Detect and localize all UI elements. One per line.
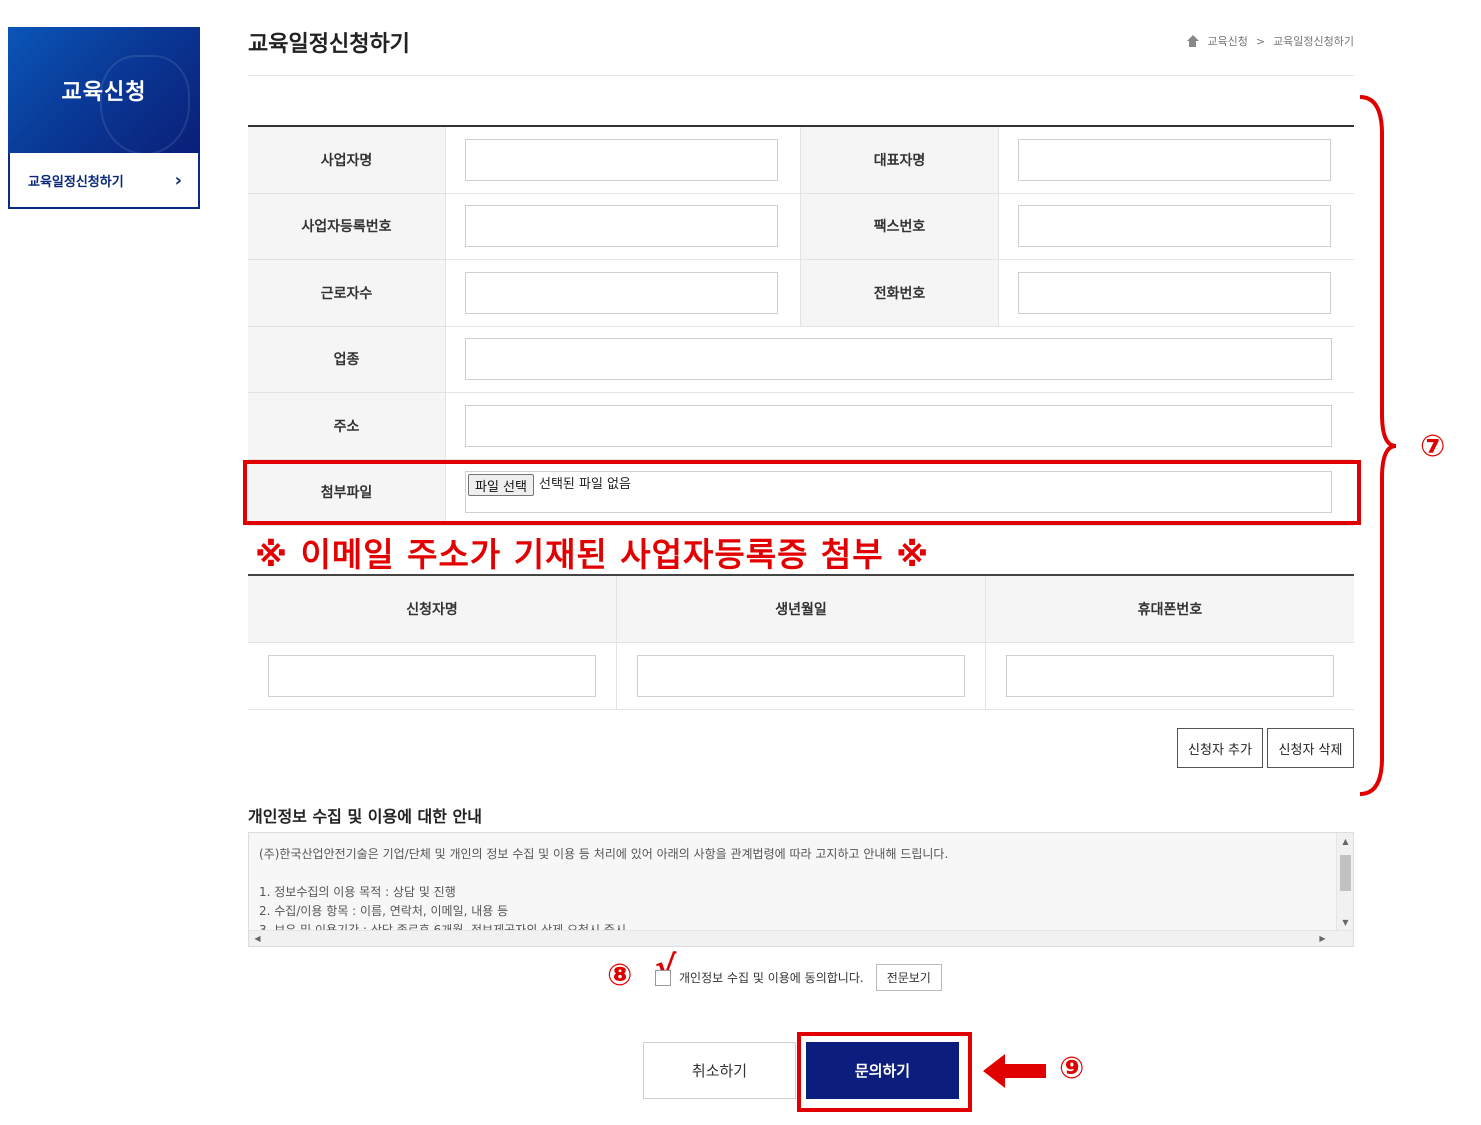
- delete-applicant-button[interactable]: 신청자 삭제: [1267, 728, 1354, 768]
- privacy-agree-row: 개인정보 수집 및 이용에 동의합니다. 전문보기: [655, 964, 942, 991]
- form-row: 근로자수 전화번호: [248, 260, 1354, 327]
- business-name-label: 사업자명: [248, 127, 446, 193]
- privacy-line: [259, 864, 1329, 883]
- fax-no-input[interactable]: [1018, 205, 1331, 248]
- fax-no-cell: [999, 194, 1353, 260]
- step-9-marker: ⑨: [1059, 1051, 1085, 1086]
- privacy-line: 1. 정보수집의 이용 목적 : 상담 및 진행: [259, 885, 456, 899]
- industry-input[interactable]: [465, 338, 1332, 381]
- birth-date-input[interactable]: [637, 655, 965, 697]
- sidebar-item-education-schedule[interactable]: 교육일정신청하기 ›: [8, 153, 200, 209]
- employee-count-cell: [446, 260, 800, 326]
- business-name-input[interactable]: [465, 138, 778, 181]
- address-label: 주소: [248, 393, 446, 459]
- privacy-agree-checkbox[interactable]: [655, 969, 671, 986]
- privacy-text: (주)한국산업안전기술은 기업/단체 및 개인의 정보 수집 및 이용 등 처리…: [259, 845, 1329, 940]
- sidebar-title: 교육신청: [61, 80, 147, 105]
- privacy-textarea[interactable]: (주)한국산업안전기술은 기업/단체 및 개인의 정보 수집 및 이용 등 처리…: [248, 832, 1354, 947]
- chevron-right-icon: ›: [174, 169, 182, 191]
- mobile-no-header: 휴대폰번호: [986, 576, 1354, 642]
- home-icon[interactable]: [1186, 35, 1200, 47]
- ceo-name-cell: [999, 127, 1353, 193]
- breadcrumb-item-education[interactable]: 교육신청: [1207, 33, 1247, 49]
- birth-date-cell: [617, 643, 986, 709]
- view-full-text-button[interactable]: 전문보기: [875, 964, 942, 991]
- employee-count-label: 근로자수: [248, 260, 446, 326]
- employee-count-input[interactable]: [465, 271, 778, 314]
- business-reg-no-label: 사업자등록번호: [248, 193, 446, 259]
- scroll-left-arrow-icon[interactable]: ◀: [249, 931, 266, 946]
- applicant-table: 신청자명 생년월일 휴대폰번호: [248, 574, 1354, 710]
- ceo-name-input[interactable]: [1018, 138, 1331, 181]
- vertical-scrollbar[interactable]: ▲ ▼: [1336, 833, 1353, 931]
- table-row: [248, 643, 1354, 710]
- mobile-no-input[interactable]: [1006, 655, 1334, 697]
- step-8-marker: ⑧: [607, 958, 633, 993]
- form-row: 업종: [248, 326, 1354, 393]
- arrow-left-icon: [983, 1054, 1046, 1088]
- scroll-up-arrow-icon[interactable]: ▲: [1337, 833, 1353, 850]
- privacy-agree-label: 개인정보 수집 및 이용에 동의합니다.: [679, 971, 864, 985]
- phone-no-label: 전화번호: [800, 260, 999, 326]
- industry-label: 업종: [248, 326, 446, 392]
- birth-date-header: 생년월일: [617, 576, 986, 642]
- form-row: 사업자등록번호 팩스번호: [248, 193, 1354, 260]
- attachment-highlight-box: [243, 460, 1361, 525]
- inquiry-submit-button[interactable]: 문의하기: [806, 1042, 959, 1099]
- scroll-right-arrow-icon[interactable]: ▶: [1314, 931, 1331, 946]
- applicant-table-header: 신청자명 생년월일 휴대폰번호: [248, 576, 1354, 643]
- industry-cell: [446, 327, 1354, 393]
- form-row: 주소: [248, 393, 1354, 460]
- business-reg-no-cell: [446, 194, 800, 260]
- sidebar-banner: 교육신청: [8, 27, 200, 153]
- applicant-name-cell: [248, 643, 617, 709]
- business-reg-no-input[interactable]: [465, 205, 778, 248]
- privacy-title: 개인정보 수집 및 이용에 대한 안내: [248, 807, 482, 826]
- page-title: 교육일정신청하기: [248, 32, 410, 57]
- phone-no-cell: [999, 260, 1353, 326]
- address-cell: [446, 393, 1354, 459]
- mobile-no-cell: [986, 643, 1354, 709]
- privacy-line: (주)한국산업안전기술은 기업/단체 및 개인의 정보 수집 및 이용 등 처리…: [259, 847, 949, 861]
- ceo-name-label: 대표자명: [800, 127, 999, 193]
- scroll-down-arrow-icon[interactable]: ▼: [1337, 914, 1353, 931]
- scroll-thumb[interactable]: [1340, 855, 1351, 891]
- applicant-name-header: 신청자명: [248, 576, 617, 642]
- form-row: 사업자명 대표자명: [248, 127, 1354, 194]
- breadcrumb-item-current: 교육일정신청하기: [1273, 35, 1354, 48]
- brace-annotation-icon: [1359, 95, 1397, 796]
- address-input[interactable]: [465, 404, 1332, 447]
- horizontal-scrollbar[interactable]: ◀ ▶: [249, 930, 1353, 946]
- fax-no-label: 팩스번호: [800, 193, 999, 259]
- breadcrumb-separator: >: [1255, 34, 1266, 48]
- add-applicant-button[interactable]: 신청자 추가: [1177, 728, 1263, 768]
- header-divider: [248, 75, 1354, 76]
- attachment-notice: ※ 이메일 주소가 기재된 사업자등록증 첨부 ※: [255, 535, 930, 574]
- business-name-cell: [446, 127, 800, 193]
- cancel-button[interactable]: 취소하기: [643, 1042, 796, 1099]
- privacy-line: 2. 수집/이용 항목 : 이름, 연락처, 이메일, 내용 등: [259, 904, 509, 918]
- step-7-marker: ⑦: [1420, 429, 1446, 464]
- phone-no-input[interactable]: [1018, 271, 1331, 314]
- applicant-name-input[interactable]: [268, 655, 596, 697]
- sidebar-item-label: 교육일정신청하기: [28, 174, 124, 190]
- breadcrumb: 교육신청 > 교육일정신청하기: [1186, 33, 1354, 49]
